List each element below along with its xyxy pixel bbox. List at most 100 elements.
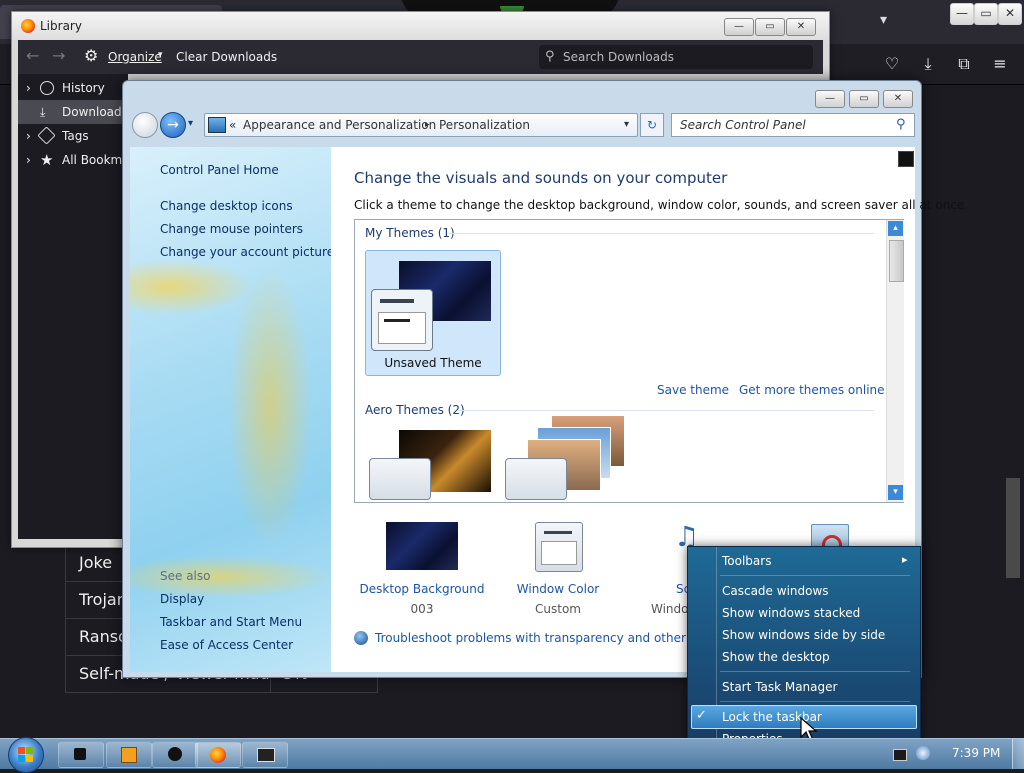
taskbar-context-menu: Toolbars ▸ Cascade windows Show windows … — [687, 546, 921, 752]
menu-item-cascade[interactable]: Cascade windows — [722, 584, 829, 598]
window-color-label: Window Color — [516, 582, 600, 596]
control-panel-titlebar[interactable]: — ▭ ✕ — [123, 81, 921, 111]
taskbar-app-1[interactable] — [58, 742, 104, 768]
theme-label: Unsaved Theme — [384, 356, 482, 370]
menu-item-task-manager[interactable]: Start Task Manager — [722, 680, 837, 694]
taskbar-firefox[interactable] — [195, 742, 241, 768]
sidebar-item-all-bookmarks[interactable]: › ★ All Bookmarks — [18, 148, 128, 172]
search-icon[interactable]: ⚲ — [896, 114, 906, 136]
scroll-up-button[interactable]: ▴ — [888, 221, 903, 236]
download-icon[interactable]: ⤓ — [916, 54, 940, 74]
menu-item-toolbars[interactable]: Toolbars — [722, 554, 771, 568]
refresh-button[interactable]: ↻ — [640, 113, 664, 137]
control-panel-home-link[interactable]: Control Panel Home — [160, 163, 279, 177]
breadcrumb-separator-icon[interactable]: ▸ — [425, 114, 430, 136]
forward-icon[interactable]: → — [52, 46, 65, 65]
library-titlebar[interactable]: Library — ▭ ✕ — [12, 12, 829, 40]
theme-aero-1[interactable] — [369, 430, 493, 500]
menu-icon[interactable]: ≡ — [988, 54, 1012, 73]
menu-item-side-by-side[interactable]: Show windows side by side — [722, 628, 885, 642]
clock-icon — [40, 81, 54, 95]
taskbar-start-menu-link[interactable]: Taskbar and Start Menu — [160, 615, 302, 629]
scroll-down-button[interactable]: ▾ — [888, 485, 903, 500]
menu-item-stacked[interactable]: Show windows stacked — [722, 606, 860, 620]
download-icon: ⤓ — [40, 105, 46, 119]
breadcrumb-personalization[interactable]: Personalization — [439, 114, 530, 136]
chevron-right-icon[interactable]: › — [26, 148, 31, 172]
library-close-button[interactable]: ✕ — [786, 18, 816, 36]
pocket-icon[interactable]: ♡ — [880, 54, 904, 73]
search-downloads-placeholder: Search Downloads — [563, 50, 674, 64]
extensions-icon[interactable]: ⧉ — [952, 54, 976, 74]
chevron-right-icon[interactable]: › — [26, 76, 31, 100]
save-theme-link[interactable]: Save theme — [657, 383, 729, 397]
back-button[interactable] — [132, 112, 158, 138]
help-icon[interactable] — [898, 151, 914, 167]
menu-separator — [720, 701, 910, 702]
clear-downloads-button[interactable]: Clear Downloads — [176, 50, 277, 64]
themes-scrollbar[interactable]: ▴ ▾ — [886, 220, 904, 502]
windows-logo-icon — [18, 747, 25, 754]
library-title: Library — [40, 19, 82, 33]
change-account-picture-link[interactable]: Change your account picture — [160, 245, 334, 259]
checkmark-icon: ✓ — [696, 708, 707, 723]
troubleshoot-aero-link[interactable]: Troubleshoot problems with transparency … — [375, 631, 728, 645]
address-dropdown-icon[interactable]: ▾ — [624, 114, 629, 136]
tray-volume-icon[interactable] — [916, 746, 930, 760]
back-icon[interactable]: ← — [26, 46, 39, 65]
sidebar-item-history[interactable]: › History — [18, 76, 128, 100]
show-desktop-button[interactable] — [1012, 739, 1024, 769]
organize-dropdown-icon: ▾ — [158, 50, 163, 60]
organize-menu[interactable]: Organize — [108, 50, 162, 64]
chevron-right-icon[interactable]: › — [26, 124, 31, 148]
sidebar-item-tags[interactable]: › Tags — [18, 124, 128, 148]
window-color-setting[interactable]: Window Color Custom — [493, 522, 623, 616]
search-downloads-input[interactable]: ⚲ Search Downloads — [539, 45, 813, 69]
cp-close-button[interactable]: ✕ — [883, 90, 913, 108]
app-icon — [74, 748, 86, 760]
get-more-themes-link[interactable]: Get more themes online — [739, 383, 885, 397]
taskbar-clock[interactable]: 7:39 PM — [952, 746, 1000, 760]
theme-window-icon — [371, 289, 433, 351]
browser-close-button[interactable]: ✕ — [998, 3, 1022, 25]
search-control-panel-placeholder: Search Control Panel — [680, 118, 806, 132]
tray-network-icon[interactable] — [893, 749, 907, 761]
theme-aero-2[interactable] — [505, 415, 629, 500]
change-mouse-pointers-link[interactable]: Change mouse pointers — [160, 222, 303, 236]
cp-minimize-button[interactable]: — — [815, 90, 845, 108]
desktop-background-setting[interactable]: Desktop Background 003 — [354, 522, 494, 616]
taskbar-media-player[interactable] — [106, 742, 152, 768]
change-desktop-icons-link[interactable]: Change desktop icons — [160, 199, 293, 213]
window-color-icon — [535, 522, 583, 572]
browser-minimize-button[interactable]: — — [950, 3, 974, 25]
desktop-background-thumbnail — [386, 522, 458, 570]
breadcrumb-appearance[interactable]: Appearance and Personalization — [243, 114, 436, 136]
breadcrumb-overflow[interactable]: « — [229, 114, 236, 136]
browser-scrollbar-thumb[interactable] — [1006, 478, 1020, 578]
recent-pages-dropdown-icon[interactable]: ▾ — [188, 118, 193, 129]
search-control-panel-input[interactable]: Search Control Panel ⚲ — [671, 113, 915, 137]
taskbar-control-panel[interactable] — [242, 742, 288, 768]
sidebar-item-downloads[interactable]: ⤓ Downloads — [18, 100, 128, 124]
address-bar[interactable]: « Appearance and Personalization ▸ Perso… — [204, 113, 638, 137]
themes-list: My Themes (1) Unsaved Theme Save theme G… — [354, 219, 904, 503]
theme-unsaved[interactable]: Unsaved Theme — [365, 250, 501, 376]
app-icon — [168, 747, 182, 761]
ease-of-access-link[interactable]: Ease of Access Center — [160, 638, 293, 652]
aero-themes-label: Aero Themes (2) — [365, 403, 465, 417]
library-maximize-button[interactable]: ▭ — [755, 18, 785, 36]
library-minimize-button[interactable]: — — [724, 18, 754, 36]
gear-icon: ⚙ — [84, 46, 99, 65]
cp-navigation-bar: → ▾ « Appearance and Personalization ▸ P… — [130, 111, 916, 141]
browser-restore-button[interactable]: ▭ — [974, 3, 998, 25]
menu-item-show-desktop[interactable]: Show the desktop — [722, 650, 830, 664]
scroll-thumb[interactable] — [889, 240, 904, 282]
taskbar-app-3[interactable] — [152, 742, 198, 768]
display-link[interactable]: Display — [160, 592, 204, 606]
theme-window-icon — [505, 458, 567, 500]
list-all-tabs-icon[interactable]: ▾ — [880, 12, 887, 28]
cp-maximize-button[interactable]: ▭ — [849, 90, 879, 108]
window-icon — [257, 748, 275, 762]
media-player-icon — [121, 747, 137, 763]
forward-button[interactable]: → — [160, 112, 186, 138]
